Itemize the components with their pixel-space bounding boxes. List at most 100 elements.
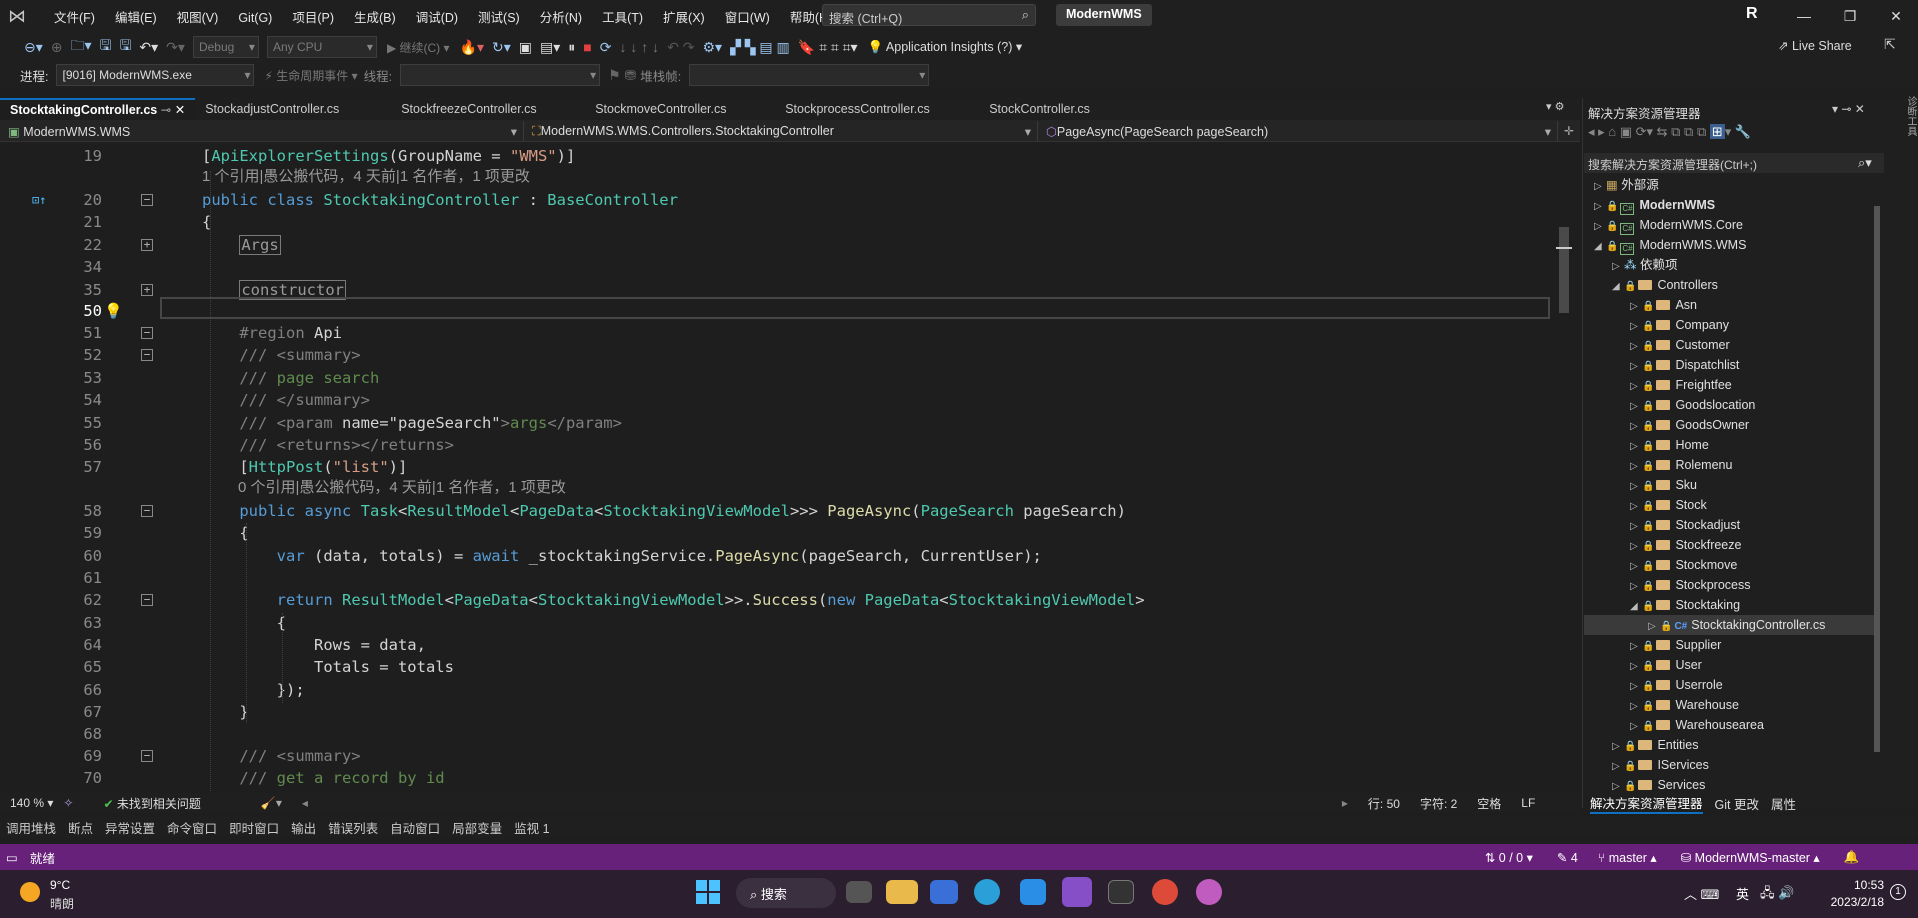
close-tab-icon[interactable]: ✕	[175, 103, 185, 117]
collapsed-arrow-icon[interactable]: ▷	[1594, 177, 1606, 197]
collapsed-arrow-icon[interactable]: ▷	[1630, 537, 1642, 557]
lifecycle-events-button[interactable]: ⚡ 生命周期事件 ▾	[264, 67, 357, 84]
task-view-icon[interactable]	[846, 881, 872, 903]
pin-icon[interactable]: ⊸	[161, 103, 171, 117]
tree-item[interactable]: ▷ 🔒 Stockmove	[1630, 555, 1737, 575]
collapsed-arrow-icon[interactable]: ▷	[1612, 757, 1624, 777]
collapsed-arrow-icon[interactable]: ▷	[1630, 397, 1642, 417]
class-dropdown[interactable]: ⛶ModernWMS.WMS.Controllers.StocktakingCo…	[524, 120, 1038, 141]
collapsed-arrow-icon[interactable]: ▷	[1630, 677, 1642, 697]
vscode-icon[interactable]	[1020, 879, 1046, 905]
menu-item[interactable]: 编辑(E)	[115, 11, 157, 25]
taskbar-search-button[interactable]: ⌕ 搜索	[736, 878, 836, 908]
tab-output[interactable]: 输出	[291, 818, 316, 837]
collapsed-arrow-icon[interactable]: ▷	[1594, 197, 1606, 217]
format-icon[interactable]: ▞ ▚ ▤ ▥	[730, 39, 790, 56]
flag-icon[interactable]: ⚑ ⛃	[608, 67, 636, 84]
side-collapsed-tab[interactable]: 诊断工具	[1905, 96, 1918, 156]
collapsed-arrow-icon[interactable]: ▷	[1630, 717, 1642, 737]
tree-item[interactable]: ◢ 🔒 Stocktaking	[1630, 595, 1740, 615]
live-share-button[interactable]: ⇗ Live Share	[1778, 38, 1852, 53]
undo-icon[interactable]: ↶▾	[139, 39, 158, 56]
tree-item[interactable]: ▷ 🔒 C# StocktakingController.cs	[1584, 615, 1874, 635]
tree-item[interactable]: ▷ 🔒 Entities	[1612, 735, 1698, 755]
tab-stockcontroller[interactable]: StockController.cs	[979, 98, 1139, 120]
redo-icon[interactable]: ↷▾	[166, 39, 185, 56]
notifications-icon[interactable]: 🔔	[1844, 850, 1860, 865]
copilot-icon[interactable]: ✧	[63, 796, 73, 810]
search-icon[interactable]: ⌕▾	[1858, 155, 1872, 171]
collapsed-arrow-icon[interactable]: ▷	[1630, 357, 1642, 377]
file-explorer-icon[interactable]	[886, 880, 918, 904]
branch-selector[interactable]: ⑂ master ▴	[1598, 850, 1657, 865]
sync-indicator[interactable]: ⇅ 0 / 0 ▾	[1485, 850, 1533, 865]
platform-select[interactable]: Any CPU	[266, 36, 377, 58]
chrome-icon[interactable]	[1152, 879, 1178, 905]
scroll-left-icon[interactable]: ◂	[302, 796, 308, 810]
ime-indicator[interactable]: 英	[1736, 884, 1749, 903]
collapsed-arrow-icon[interactable]: ▷	[1630, 497, 1642, 517]
tab-overflow-icon[interactable]: ▾ ⚙	[1546, 100, 1564, 113]
edge-icon[interactable]	[974, 879, 1000, 905]
tab-autos[interactable]: 自动窗口	[390, 818, 440, 837]
tray-icons[interactable]: ︿ ⌨	[1684, 884, 1719, 903]
tree-item[interactable]: ▷ 🔒 User	[1630, 655, 1702, 675]
issues-indicator[interactable]: ✔ 未找到相关问题	[103, 795, 200, 812]
close-icon[interactable]: ✕	[1876, 4, 1916, 28]
code-lens[interactable]: 1 个引用|愚公搬代码，4 天前|1 名作者，1 项更改	[202, 167, 530, 187]
tab-stockfreezecontroller[interactable]: StockfreezeController.cs	[391, 98, 585, 120]
tab-stockmovecontroller[interactable]: StockmoveController.cs	[585, 98, 775, 120]
layout-icon[interactable]: ▤▾	[540, 39, 560, 56]
collapsed-arrow-icon[interactable]: ▷	[1630, 477, 1642, 497]
collapsed-arrow-icon[interactable]: ▷	[1630, 557, 1642, 577]
browser-link-icon[interactable]: ▣	[519, 39, 532, 56]
diagnostic-icon[interactable]: ⚙▾	[703, 39, 723, 56]
restart-icon[interactable]: ↻▾	[492, 39, 511, 56]
configuration-select[interactable]: Debug	[192, 36, 259, 58]
solution-explorer-search[interactable]: 搜索解决方案资源管理器(Ctrl+;)	[1584, 153, 1884, 173]
tree-item[interactable]: ◢ 🔒 Controllers	[1612, 275, 1718, 295]
process-select[interactable]: [9016] ModernWMS.exe	[56, 64, 255, 86]
collapsed-arrow-icon[interactable]: ▷	[1630, 457, 1642, 477]
menu-item[interactable]: 视图(V)	[177, 11, 219, 25]
menu-item[interactable]: 调试(D)	[416, 11, 458, 25]
restore-icon[interactable]: ❐	[1830, 4, 1870, 28]
stop-icon[interactable]: ■	[583, 39, 591, 55]
expanded-arrow-icon[interactable]: ◢	[1594, 237, 1606, 257]
cleanup-icon[interactable]: 🧹▾	[261, 796, 282, 810]
tree-item[interactable]: ▷ 🔒 Goodslocation	[1630, 395, 1755, 415]
tree-item[interactable]: ▷ 🔒 Customer	[1630, 335, 1730, 355]
tab-stocktakingcontroller[interactable]: StocktakingController.cs ⊸ ✕	[0, 98, 196, 120]
tab-stockprocesscontroller[interactable]: StockprocessController.cs	[775, 98, 979, 120]
code-editor[interactable]: 19 [ApiExplorerSettings(GroupName = "WMS"…	[0, 143, 1554, 793]
tree-item[interactable]: ▷ 🔒 Stock	[1630, 495, 1707, 515]
network-volume-icons[interactable]: 🖧 🔊	[1760, 884, 1794, 906]
undo-code-icon[interactable]: ↶ ↷	[667, 39, 694, 56]
tree-item[interactable]: ▷ 🔒 Sku	[1630, 475, 1697, 495]
collapsed-arrow-icon[interactable]: ▷	[1630, 297, 1642, 317]
tree-item[interactable]: ▷ 🔒 Home	[1630, 435, 1709, 455]
feedback-icon[interactable]: ⇱	[1884, 36, 1896, 53]
tab-command-window[interactable]: 命令窗口	[167, 818, 217, 837]
collapsed-arrow-icon[interactable]: ▷	[1630, 657, 1642, 677]
repo-selector[interactable]: ⛁ ModernWMS-master ▴	[1681, 850, 1820, 865]
tree-item[interactable]: ▷ 🔒 Warehousearea	[1630, 715, 1764, 735]
collapsed-arrow-icon[interactable]: ▷	[1630, 577, 1642, 597]
store-icon[interactable]	[930, 880, 958, 904]
continue-button[interactable]: ▶ 继续(C) ▾	[387, 39, 450, 56]
lightbulb-icon[interactable]: 💡	[104, 300, 123, 322]
tree-item[interactable]: ▷ 🔒 GoodsOwner	[1630, 415, 1749, 435]
tab-watch-1[interactable]: 监视 1	[514, 818, 549, 837]
menu-item[interactable]: 工具(T)	[602, 11, 643, 25]
collapsed-arrow-icon[interactable]: ▷	[1594, 217, 1606, 237]
collapsed-arrow-icon[interactable]: ▷	[1612, 257, 1624, 277]
notification-badge[interactable]: 1	[1890, 884, 1906, 900]
hot-reload-icon[interactable]: 🔥▾	[460, 39, 484, 56]
weather-sun-icon[interactable]	[20, 882, 40, 902]
tree-item[interactable]: ▷ 🔒 Services	[1612, 775, 1705, 793]
bookmark-icon[interactable]: 🔖 ⌗ ⌗ ⌗▾	[798, 39, 858, 56]
zoom-select[interactable]: 140 % ▾	[10, 796, 53, 810]
project-dropdown[interactable]: ▣ ModernWMS.WMS ▾	[0, 120, 524, 141]
terminal-icon[interactable]	[1108, 880, 1134, 904]
tree-item[interactable]: ▷ 🔒 IServices	[1612, 755, 1709, 775]
